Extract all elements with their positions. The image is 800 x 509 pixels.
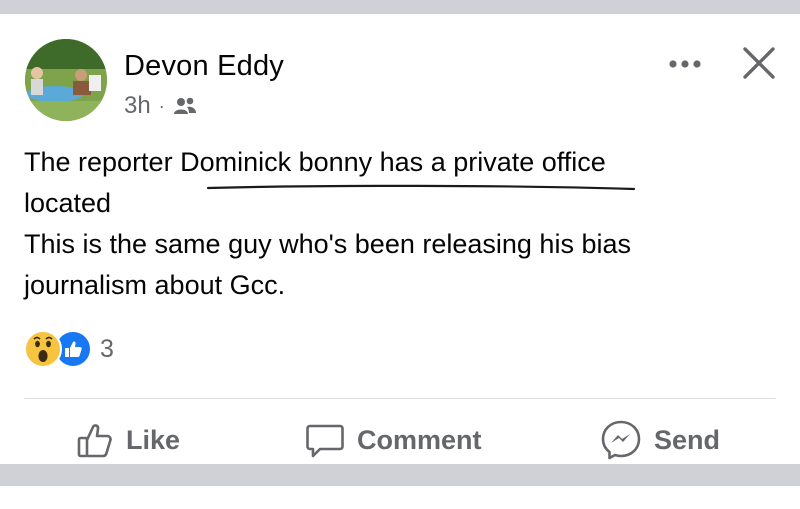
feed-separator-bottom (0, 464, 800, 486)
like-label: Like (126, 424, 181, 455)
timestamp[interactable]: 3h (124, 92, 151, 120)
more-icon (669, 60, 701, 68)
text-underline-mark (206, 184, 636, 191)
post-text-line: This is the same guy who's been releasin… (24, 229, 631, 259)
thumbs-up-icon (77, 424, 112, 458)
comment-icon (306, 424, 344, 458)
reactions-summary[interactable]: 3 (24, 330, 114, 368)
post-text-line: journalism about Gcc. (24, 270, 286, 300)
post-text-line: The reporter Dominick bonny has a privat… (24, 147, 606, 177)
post-meta: 3h · (124, 92, 197, 120)
feed-separator-top (0, 0, 800, 14)
send-button[interactable]: Send (600, 418, 720, 462)
avatar-photo (25, 39, 107, 121)
post-card: Devon Eddy 3h · The reporter Dominick bo… (0, 14, 800, 464)
like-button[interactable]: Like (76, 418, 180, 462)
more-options-button[interactable] (665, 52, 705, 76)
reaction-count: 3 (100, 334, 114, 363)
close-icon (743, 47, 775, 79)
friends-icon (173, 97, 196, 114)
author-name[interactable]: Devon Eddy (124, 50, 284, 83)
avatar[interactable] (25, 39, 107, 121)
comment-button[interactable]: Comment (305, 418, 482, 462)
comment-label: Comment (357, 424, 482, 455)
next-post-card (0, 486, 800, 509)
messenger-icon (601, 420, 641, 460)
send-label: Send (654, 424, 721, 455)
actions-divider (24, 398, 776, 399)
post-body: The reporter Dominick bonny has a privat… (24, 142, 774, 306)
close-button[interactable] (740, 44, 778, 82)
meta-separator: · (158, 95, 165, 116)
wow-reaction-icon (24, 330, 62, 368)
